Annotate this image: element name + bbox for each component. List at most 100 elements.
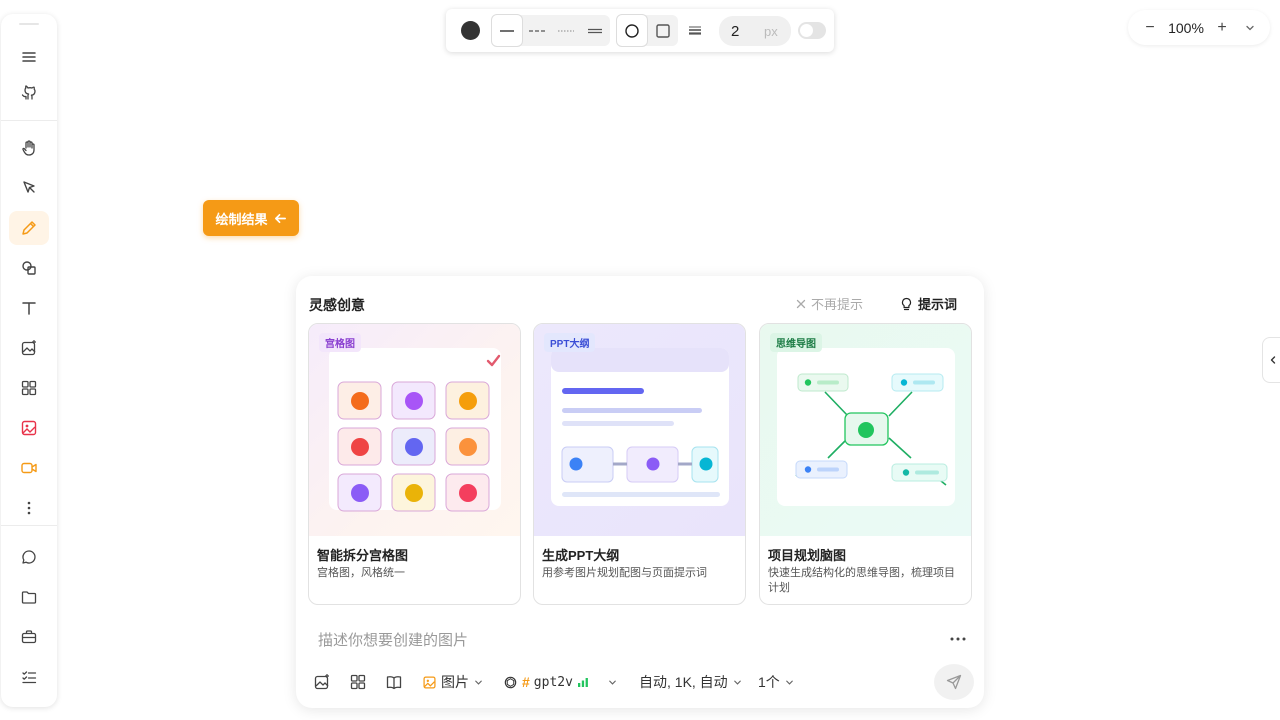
stroke-width-value[interactable]: 2 [731,23,743,40]
pointer-icon [23,181,35,193]
template-card-mindmap[interactable]: 思维导图 项目规划脑图 快速生成结构化的思维导图，梳理项目计划 [759,323,972,605]
image-count-label: 1个 [758,674,780,690]
draw-result-label: 绘制结果 [215,211,268,227]
composer-options: 图片 # gpt2v 自动, 1K, 自动 1个 [296,668,984,696]
inspiration-panel: 灵感创意 不再提示 提示词 宫格图 智能拆分宫格图 宫格图，风格统一 PPT大纲… [296,276,984,708]
shape-tool-button[interactable] [9,251,49,285]
chat-button[interactable] [9,540,49,574]
video-tool-button[interactable] [9,451,49,485]
image-tool-button[interactable] [9,411,49,445]
tasks-button[interactable] [9,660,49,694]
toolbar-grip[interactable] [19,23,39,25]
hand-tool-button[interactable] [9,131,49,165]
card-title: 智能拆分宫格图 [317,548,409,563]
picture-icon [21,420,37,436]
output-type-select[interactable]: 图片 [422,672,484,692]
model-hash-symbol: # [522,674,530,690]
library-button[interactable] [385,672,403,692]
endpoint-round-option[interactable] [617,15,647,46]
github-button[interactable] [9,76,49,110]
model-select[interactable]: # gpt2v [503,672,618,692]
stroke-width-input[interactable]: 2 px [719,16,791,46]
image-count-select[interactable]: 1个 [758,672,795,692]
endpoint-square-option[interactable] [648,15,678,46]
prompt-input[interactable]: 描述你想要创建的图片 [318,629,468,650]
line-double-option[interactable] [580,15,610,46]
grid-thumbnail: 宫格图 [309,324,520,536]
line-solid-option[interactable] [492,15,522,46]
card-description: 宫格图，风格统一 [317,567,405,579]
grid-tool-button[interactable] [9,371,49,405]
add-image-button[interactable] [313,672,331,692]
draw-result-button[interactable]: 绘制结果 [203,200,299,236]
chevron-down-icon [1246,25,1254,31]
select-tool-button[interactable] [9,171,49,205]
more-horizontal-icon [950,637,966,641]
line-dotted-option[interactable] [551,15,581,46]
more-tools-button[interactable] [9,491,49,525]
template-card-grid[interactable]: 宫格图 智能拆分宫格图 宫格图，风格统一 [308,323,521,605]
card-title: 项目规划脑图 [768,548,847,563]
chevron-down-icon [475,680,482,685]
solid-line-icon [500,29,514,32]
folder-icon [21,591,37,604]
signal-bars-icon [577,678,588,687]
openai-icon [504,676,517,688]
chevron-down-icon [609,680,616,685]
grid-icon [21,380,37,396]
close-icon [796,299,806,308]
zoom-out-button[interactable]: − [1140,18,1160,38]
stroke-color-picker[interactable] [461,21,480,40]
chevron-down-icon [733,680,741,685]
stroke-weight-button[interactable] [686,21,704,39]
endpoint-style-group [617,15,678,46]
zoom-control: − 100% + [1128,10,1270,45]
pencil-icon [22,221,36,235]
picture-icon [423,675,436,689]
stroke-width-unit: px [764,24,778,39]
stroke-style-bar: 2 px [446,9,834,52]
send-button[interactable] [934,664,974,700]
send-icon [946,674,962,690]
folder-button[interactable] [9,580,49,614]
zoom-out-label: − [1145,19,1155,36]
menu-icon [22,52,36,62]
shapes-icon [22,261,36,275]
generation-settings-select[interactable]: 自动, 1K, 自动 [639,672,743,692]
briefcase-icon [21,630,37,644]
text-tool-button[interactable] [9,291,49,325]
template-card-ppt[interactable]: PPT大纲 生成PPT大纲 用参考图片规划配图与页面提示词 [533,323,746,605]
zoom-dropdown-button[interactable] [1240,18,1260,38]
chat-icon [22,550,36,564]
right-panel-toggle[interactable] [1262,337,1280,383]
arrow-left-icon [274,213,286,223]
dismiss-hint-button[interactable]: 不再提示 [796,294,863,313]
double-line-icon [588,28,602,33]
ai-image-tool-button[interactable] [9,331,49,365]
zoom-level[interactable]: 100% [1168,20,1204,36]
zoom-in-label: + [1217,19,1227,36]
pressure-toggle[interactable] [798,22,826,39]
menu-button[interactable] [9,40,49,74]
grid-mode-button[interactable] [349,672,367,692]
card-title: 生成PPT大纲 [542,548,620,563]
generation-settings-label: 自动, 1K, 自动 [639,674,728,690]
more-vertical-icon [27,501,31,515]
left-toolbar [1,14,57,707]
pen-tool-button[interactable] [9,211,49,245]
book-open-icon [386,676,402,690]
prompt-more-button[interactable] [948,631,968,647]
line-dashed-option[interactable] [522,15,552,46]
card-description: 用参考图片规划配图与页面提示词 [542,567,707,579]
zoom-in-button[interactable]: + [1212,18,1232,38]
card-description: 快速生成结构化的思维导图，梳理项目计划 [768,567,955,594]
toolbox-button[interactable] [9,620,49,654]
ppt-thumbnail: PPT大纲 [534,324,745,536]
chevron-left-icon [1270,356,1275,364]
card-tag: PPT大纲 [544,333,596,352]
toolbar-divider [1,525,57,526]
prompt-words-button[interactable]: 提示词 [900,294,957,313]
model-name: gpt2v [533,674,573,690]
square-icon [656,23,670,38]
image-add-icon [314,674,329,690]
